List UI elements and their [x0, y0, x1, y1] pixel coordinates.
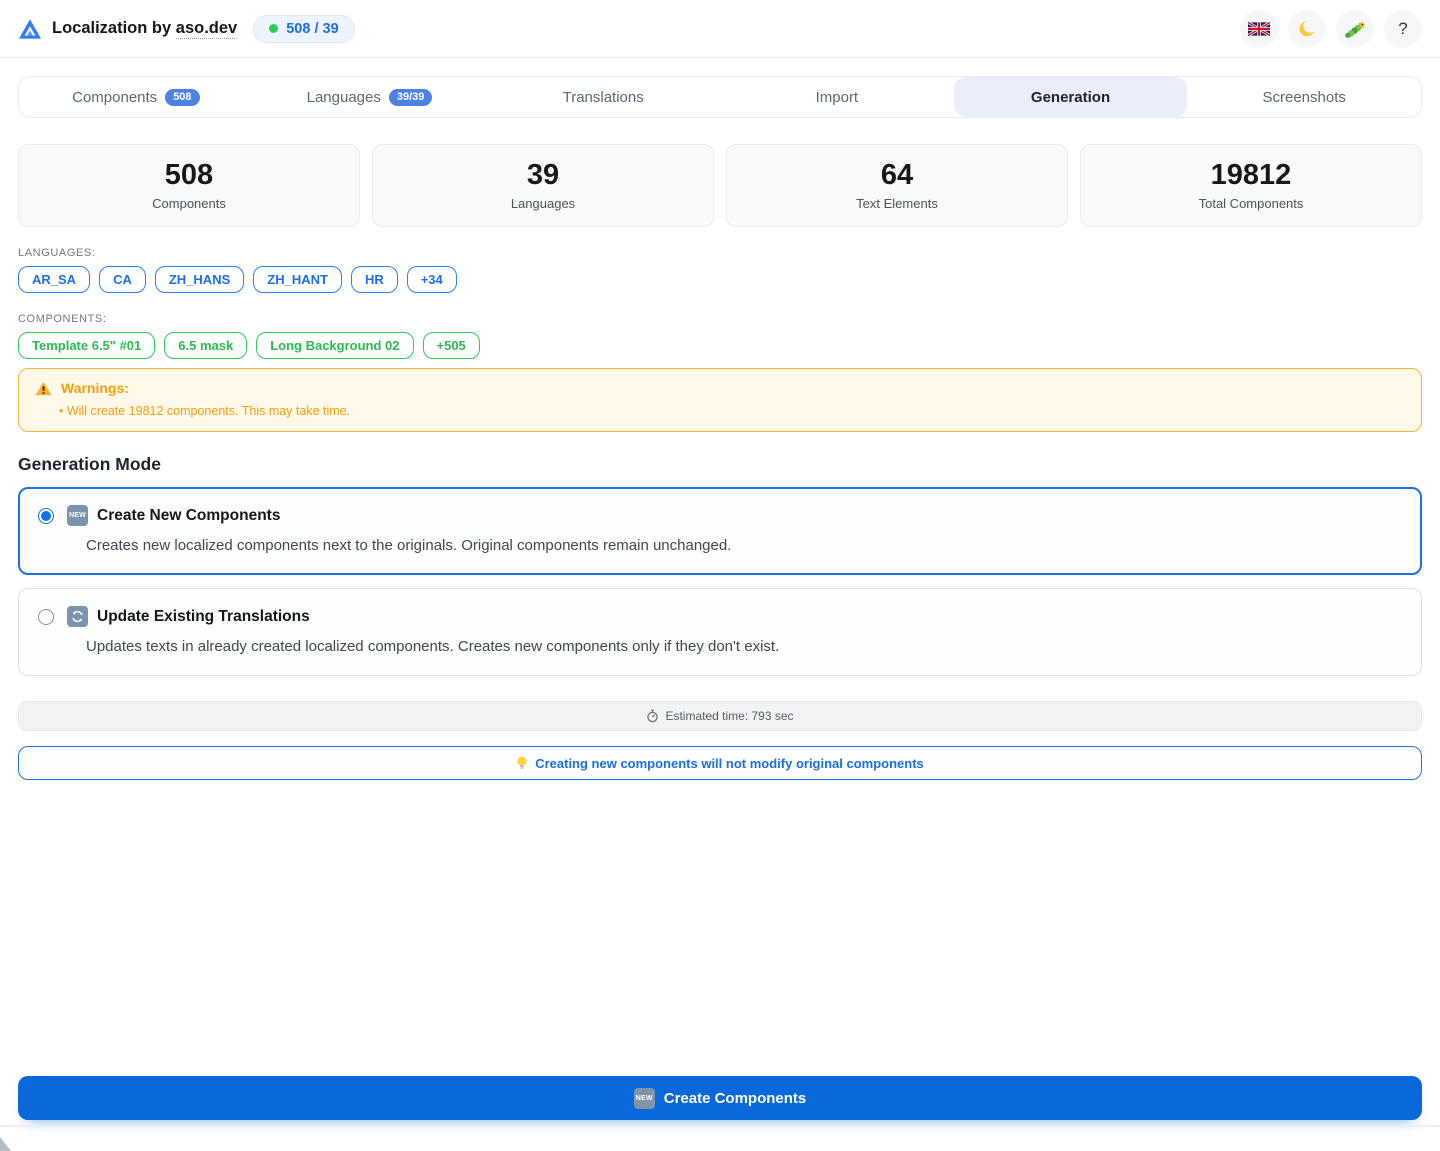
option-title: Create New Components [97, 507, 280, 525]
option-update-existing-translations[interactable]: Update Existing Translations Updates tex… [18, 588, 1422, 676]
language-chip[interactable]: AR_SA [18, 266, 90, 293]
stat-label: Components [19, 196, 359, 211]
tab-label: Translations [563, 89, 644, 106]
generation-mode-options: NEW Create New Components Creates new lo… [18, 487, 1422, 676]
help-button[interactable]: ? [1384, 10, 1422, 48]
language-chips: AR_SA CA ZH_HANS ZH_HANT HR +34 [18, 266, 1422, 293]
option-description: Creates new localized components next to… [86, 537, 1402, 554]
estimated-time-text: Estimated time: 793 sec [665, 709, 793, 723]
tab-components[interactable]: Components 508 [19, 77, 253, 117]
tab-components-count-badge: 508 [165, 89, 199, 106]
new-icon: NEW [67, 505, 88, 526]
stat-card-text-elements: 64 Text Elements [726, 144, 1068, 227]
stat-value: 64 [727, 157, 1067, 193]
status-dot-icon [269, 24, 278, 33]
languages-section-label: LANGUAGES: [18, 247, 1422, 259]
tab-import[interactable]: Import [720, 77, 954, 117]
refresh-icon [67, 606, 88, 627]
corner-resize-artifact [0, 1137, 11, 1151]
stat-value: 19812 [1081, 157, 1421, 193]
generation-mode-heading: Generation Mode [18, 454, 1422, 475]
moon-icon [1297, 19, 1317, 39]
tab-languages-count-badge: 39/39 [389, 89, 433, 106]
status-badge: 508 / 39 [253, 15, 354, 43]
stat-label: Total Components [1081, 196, 1421, 211]
language-chip[interactable]: CA [99, 266, 146, 293]
new-icon: NEW [634, 1088, 655, 1109]
tab-label: Import [816, 89, 859, 106]
option-create-new-components[interactable]: NEW Create New Components Creates new lo… [18, 487, 1422, 575]
footer: NEW Create Components [18, 1076, 1422, 1151]
page-title: Localization by aso.dev [52, 19, 237, 38]
plugin-mascot-button[interactable] [1336, 10, 1374, 48]
component-chip-more[interactable]: +505 [423, 332, 480, 359]
lightbulb-icon [516, 756, 528, 771]
language-chip[interactable]: ZH_HANT [253, 266, 342, 293]
question-mark-icon: ? [1398, 19, 1407, 39]
empty-space [18, 780, 1422, 1076]
warning-item: Will create 19812 components. This may t… [59, 404, 1405, 418]
info-note-bar: Creating new components will not modify … [18, 746, 1422, 780]
create-components-button[interactable]: NEW Create Components [18, 1076, 1422, 1120]
language-chip-more[interactable]: +34 [407, 266, 457, 293]
uk-flag-icon [1248, 22, 1270, 36]
warning-icon [35, 381, 52, 396]
stat-label: Languages [373, 196, 713, 211]
radio-create-new-selected[interactable] [38, 508, 54, 524]
brand-link: aso.dev [176, 19, 237, 39]
stat-card-total-components: 19812 Total Components [1080, 144, 1422, 227]
stat-value: 39 [373, 157, 713, 193]
footer-glow-line [0, 1125, 1440, 1127]
info-note-text: Creating new components will not modify … [535, 756, 924, 771]
option-description: Updates texts in already created localiz… [86, 638, 1402, 655]
estimated-time-bar: Estimated time: 793 sec [18, 701, 1422, 731]
tab-translations[interactable]: Translations [486, 77, 720, 117]
tab-languages[interactable]: Languages 39/39 [253, 77, 487, 117]
main-content: Components 508 Languages 39/39 Translati… [0, 58, 1440, 1151]
warnings-panel: Warnings: Will create 19812 components. … [18, 368, 1422, 432]
tab-label: Screenshots [1263, 89, 1346, 106]
component-chip[interactable]: 6.5 mask [164, 332, 247, 359]
language-flag-button[interactable] [1240, 10, 1278, 48]
option-title: Update Existing Translations [97, 608, 310, 626]
stat-label: Text Elements [727, 196, 1067, 211]
component-chips: Template 6.5" #01 6.5 mask Long Backgrou… [18, 332, 1422, 359]
component-chip[interactable]: Long Background 02 [256, 332, 413, 359]
app-header: Localization by aso.dev 508 / 39 [0, 0, 1440, 58]
components-section-label: COMPONENTS: [18, 313, 1422, 325]
app-logo-icon [18, 18, 42, 40]
language-chip[interactable]: ZH_HANS [155, 266, 244, 293]
tab-generation[interactable]: Generation [954, 77, 1188, 117]
tab-label: Components [72, 89, 157, 106]
stat-card-languages: 39 Languages [372, 144, 714, 227]
language-chip[interactable]: HR [351, 266, 398, 293]
component-chip[interactable]: Template 6.5" #01 [18, 332, 155, 359]
stat-value: 508 [19, 157, 359, 193]
tab-label: Languages [307, 89, 381, 106]
theme-toggle-button[interactable] [1288, 10, 1326, 48]
warnings-title: Warnings: [35, 380, 1405, 396]
tab-bar: Components 508 Languages 39/39 Translati… [18, 76, 1422, 118]
tab-screenshots[interactable]: Screenshots [1187, 77, 1421, 117]
caterpillar-icon [1344, 20, 1366, 38]
radio-update-existing[interactable] [38, 609, 54, 625]
header-actions: ? [1240, 10, 1422, 48]
stats-row: 508 Components 39 Languages 64 Text Elem… [18, 144, 1422, 227]
stopwatch-icon [646, 709, 659, 723]
tab-label: Generation [1031, 89, 1110, 106]
stat-card-components: 508 Components [18, 144, 360, 227]
